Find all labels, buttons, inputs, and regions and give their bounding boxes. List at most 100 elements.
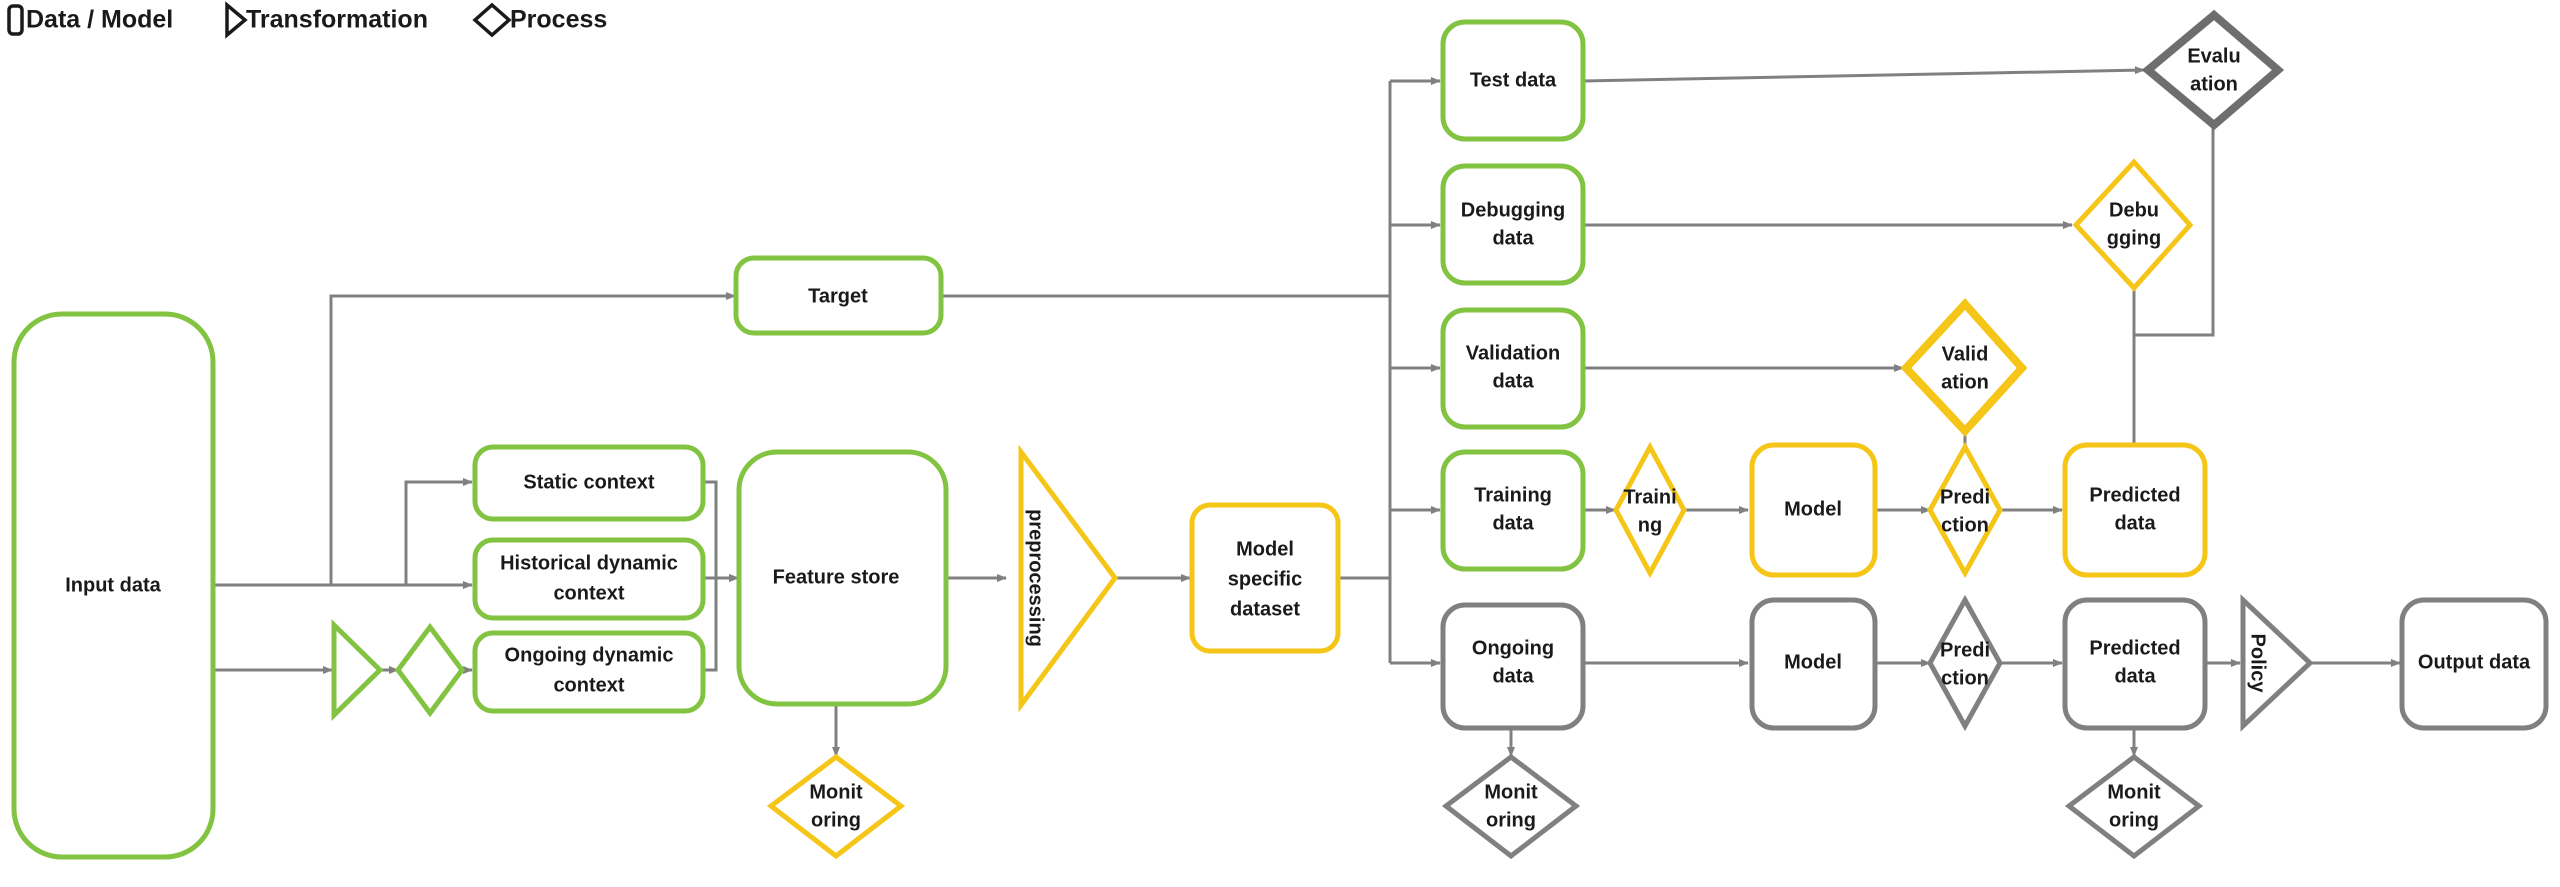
node-input-data[interactable]: Input data [11,311,216,860]
output-data-label: Output data [2418,651,2531,673]
monitoring-feature-store-label-line1: Monit [809,781,863,803]
node-training-data[interactable]: Training data [1440,449,1586,572]
legend-item-process: Process [472,2,607,38]
node-model-train[interactable]: Model [1749,442,1878,578]
training-process-label-line1: Traini [1623,486,1676,508]
prediction-serve-label-line1: Predi [1940,639,1990,661]
monitoring-predicted-shape[interactable] [2064,753,2204,860]
node-policy[interactable]: Policy [2240,594,2314,732]
prediction-serve-shape[interactable] [1927,594,2003,732]
monitoring-ongoing-shape[interactable] [1441,753,1581,860]
preprocessing-label: preprocessing [1025,509,1047,647]
node-historical-dynamic-context[interactable]: Historical dynamic context [472,537,706,621]
node-static-context[interactable]: Static context [472,444,706,522]
training-data-shape[interactable] [1440,449,1586,572]
legend-item-transformation: Transformation [225,1,428,39]
node-target[interactable]: Target [733,255,944,336]
input-data-label: Input data [65,574,161,596]
validation-process-label-line1: Valid [1942,343,1989,365]
evaluation-process-label-line1: Evalu [2187,45,2240,67]
node-model-serve[interactable]: Model [1749,597,1878,731]
node-ongoing-data[interactable]: Ongoing data [1440,602,1586,731]
monitoring-feature-store-shape[interactable] [766,753,906,860]
node-ingest-process[interactable] [394,622,466,718]
node-predicted-data-serve[interactable]: Predicted data [2062,597,2208,731]
model-specific-dataset-label-line1: Model [1236,538,1294,560]
validation-process-shape[interactable] [1900,298,2028,437]
node-feature-store[interactable]: Feature store [736,449,949,707]
predicted-data-serve-label-line1: Predicted [2089,637,2180,659]
prediction-train-label-line2: ction [1941,514,1989,536]
historical-dynamic-context-label-line2: context [553,582,624,604]
monitoring-ongoing-label-line1: Monit [1484,781,1538,803]
node-preprocessing[interactable]: preprocessing [1018,444,1119,713]
legend-label-transformation: Transformation [246,6,428,34]
node-debugging-process[interactable]: Debu gging [2072,158,2194,292]
node-monitoring-feature-store[interactable]: Monit oring [766,753,906,860]
edge-ongoing-context-to-feature-store [703,574,739,672]
node-monitoring-ongoing[interactable]: Monit oring [1441,753,1581,860]
ongoing-dynamic-context-label-line2: context [553,674,624,696]
ingest-transformation-shape[interactable] [331,619,384,721]
predicted-data-serve-label-line2: data [2114,665,2156,687]
validation-data-label-line2: data [1492,370,1534,392]
debugging-data-shape[interactable] [1440,163,1586,286]
node-ongoing-dynamic-context[interactable]: Ongoing dynamic context [472,630,706,714]
target-label: Target [808,285,868,307]
edge-static-context-to-feature-store [703,480,739,582]
predicted-data-train-shape[interactable] [2062,442,2208,578]
node-validation-process[interactable]: Valid ation [1900,298,2028,437]
node-prediction-train[interactable]: Predi ction [1927,441,2003,579]
node-ingest-transformation[interactable] [331,619,384,721]
static-context-label: Static context [523,471,654,493]
debugging-data-label-line2: data [1492,227,1534,249]
evaluation-process-shape[interactable] [2141,9,2285,131]
ongoing-data-label-line2: data [1492,665,1534,687]
node-prediction-serve[interactable]: Predi ction [1927,594,2003,732]
diagram-canvas: Data / Model Transformation Process Inpu… [0,0,2560,887]
ongoing-dynamic-context-label-line1: Ongoing dynamic [505,644,674,666]
evaluation-process-label-line2: ation [2190,73,2238,95]
test-data-label: Test data [1470,69,1557,91]
node-debugging-data[interactable]: Debugging data [1440,163,1586,286]
node-predicted-data-train[interactable]: Predicted data [2062,442,2208,578]
historical-dynamic-context-label-line1: Historical dynamic [500,552,678,574]
transformation-icon [225,1,248,39]
debugging-data-label-line1: Debugging [1461,199,1565,221]
node-training-process[interactable]: Traini ng [1613,441,1687,579]
debugging-process-shape[interactable] [2072,158,2194,292]
ingest-process-shape[interactable] [394,622,466,718]
mlops-flow-diagram: Data / Model Transformation Process Inpu… [7,1,2549,860]
model-specific-dataset-label-line2: specific [1228,568,1302,590]
validation-data-shape[interactable] [1440,307,1586,430]
node-monitoring-predicted[interactable]: Monit oring [2064,753,2204,860]
feature-store-label: Feature store [773,566,900,588]
ongoing-data-label-line1: Ongoing [1472,637,1554,659]
training-process-shape[interactable] [1613,441,1687,579]
prediction-serve-label-line2: ction [1941,667,1989,689]
predicted-data-serve-shape[interactable] [2062,597,2208,731]
prediction-train-shape[interactable] [1927,441,2003,579]
training-data-label-line1: Training [1474,484,1552,506]
node-evaluation-process[interactable]: Evalu ation [2141,9,2285,131]
validation-data-label-line1: Validation [1466,342,1560,364]
policy-label: Policy [2247,634,2269,694]
predicted-data-train-label-line2: data [2114,512,2156,534]
model-specific-dataset-label-line3: dataset [1230,598,1300,620]
model-train-label: Model [1784,498,1842,520]
node-test-data[interactable]: Test data [1440,19,1586,142]
prediction-train-label-line1: Predi [1940,486,1990,508]
monitoring-ongoing-label-line2: oring [1486,809,1536,831]
training-data-label-line2: data [1492,512,1534,534]
legend-item-data-model: Data / Model [7,4,173,36]
edge-input-to-static-context [213,478,473,587]
predicted-data-train-label-line1: Predicted [2089,484,2180,506]
node-validation-data[interactable]: Validation data [1440,307,1586,430]
node-model-specific-dataset[interactable]: Model specific dataset [1189,502,1341,654]
monitoring-predicted-label-line1: Monit [2107,781,2161,803]
legend: Data / Model Transformation Process [7,1,607,39]
validation-process-label-line2: ation [1941,371,1989,393]
legend-label-process: Process [510,6,607,34]
training-process-label-line2: ng [1638,514,1662,536]
node-output-data[interactable]: Output data [2399,597,2549,731]
